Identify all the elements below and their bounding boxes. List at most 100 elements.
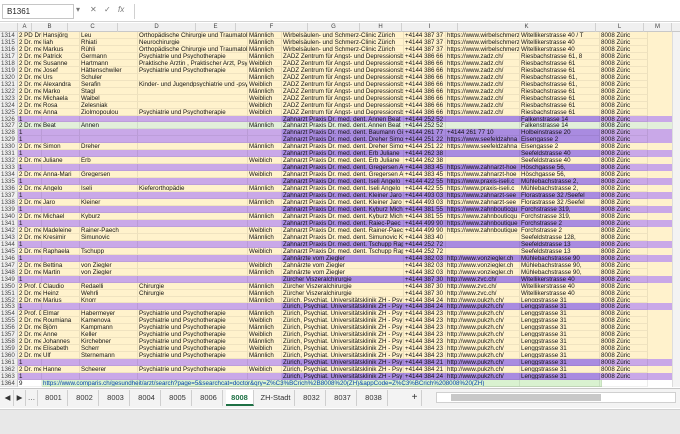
tab-8038[interactable]: 8038 xyxy=(360,390,388,406)
table-cell[interactable]: +4144 381 55 60 xyxy=(404,206,446,213)
table-cell[interactable]: 8008 Züric xyxy=(600,331,648,339)
table-cell[interactable]: Weiblich xyxy=(248,261,282,269)
table-cell[interactable] xyxy=(80,359,138,367)
table-cell[interactable]: Wehrli xyxy=(80,289,138,297)
table-cell[interactable]: Jaro xyxy=(42,199,80,206)
table-cell[interactable]: Psychiatrie und Psychotherapie xyxy=(138,324,248,332)
table-cell[interactable] xyxy=(600,380,648,387)
row-number[interactable]: 1323 xyxy=(0,94,18,102)
table-cell[interactable]: https://www.zahnarzt-see xyxy=(446,199,520,206)
table-cell[interactable] xyxy=(42,275,80,283)
table-cell[interactable]: Lenggstrasse 31 xyxy=(520,366,600,374)
table-cell[interactable]: Psychiatrie und Psychotherapie xyxy=(138,52,248,60)
table-cell[interactable]: Männlich xyxy=(248,282,282,290)
table-cell[interactable]: Holbeinstrasse 20 xyxy=(520,129,600,137)
table-cell[interactable] xyxy=(80,129,138,137)
tab-8003[interactable]: 8003 xyxy=(102,390,130,406)
table-cell[interactable]: Männlich xyxy=(248,296,282,304)
table-cell[interactable]: Patrick xyxy=(42,52,80,60)
table-cell[interactable]: +4144 382 03 00 xyxy=(404,261,446,269)
table-cell[interactable]: Simon xyxy=(42,143,80,151)
table-cell[interactable] xyxy=(42,206,80,213)
row-number[interactable]: 1337 xyxy=(0,192,18,200)
table-cell[interactable]: https://www.zadz.ch/ xyxy=(446,94,520,102)
table-cell[interactable]: http://www.vonziegler.ch xyxy=(446,254,520,262)
table-cell[interactable]: Susanne xyxy=(42,59,80,67)
table-cell[interactable] xyxy=(138,268,248,276)
table-cell[interactable]: Weiblich xyxy=(248,171,282,179)
table-cell[interactable]: 1 xyxy=(18,219,42,227)
table-cell[interactable]: Michael xyxy=(42,212,80,220)
formula-input[interactable] xyxy=(134,4,678,19)
table-cell[interactable] xyxy=(248,240,282,248)
row-number[interactable]: 1321 xyxy=(0,80,18,88)
table-cell[interactable]: Raphaela xyxy=(42,247,80,255)
table-cell[interactable] xyxy=(42,219,80,227)
table-cell[interactable]: Zahnarzt Praxis Dr. med. dent. Iseli Ang… xyxy=(282,178,404,186)
tab-8005[interactable]: 8005 xyxy=(164,390,192,406)
table-cell[interactable]: Weiblich xyxy=(248,317,282,325)
table-cell[interactable]: ZADZ Zentrum für Angst- und Depressionsb… xyxy=(282,101,404,109)
table-cell[interactable]: Zürich, Psychiat. Universitätsklinik ZH … xyxy=(282,352,404,360)
table-cell[interactable]: Beat xyxy=(42,122,80,130)
table-cell[interactable]: http://www.pukzh.ch/ xyxy=(446,345,520,353)
table-cell[interactable] xyxy=(80,254,138,262)
table-cell[interactable]: 2 Dr. med. xyxy=(18,171,42,179)
table-cell[interactable]: +4144 382 03 00 xyxy=(404,254,446,262)
table-cell[interactable]: 8008 Züric xyxy=(600,52,648,60)
table-cell[interactable] xyxy=(248,303,282,311)
table-cell[interactable]: +4144 387 37 40 xyxy=(404,38,446,46)
table-cell[interactable]: http://www.pukzh.ch/ xyxy=(446,317,520,325)
table-cell[interactable]: https://www.wirbelschmerz xyxy=(446,38,520,46)
table-cell[interactable]: Hartmann xyxy=(80,59,138,67)
row-number[interactable]: 1329 xyxy=(0,136,18,144)
table-cell[interactable]: 2 Dr. med. xyxy=(18,352,42,360)
table-cell[interactable]: Weiblich xyxy=(248,80,282,88)
table-cell[interactable]: Zahnarzt Praxis Dr. med. dent. Annen Bea… xyxy=(282,115,404,123)
table-cell[interactable]: Zahnarzt Praxis Dr. med. dent. Gregersen… xyxy=(282,164,404,172)
row-number[interactable]: 1325 xyxy=(0,108,18,116)
table-cell[interactable] xyxy=(446,115,520,123)
scroll-thumb[interactable] xyxy=(451,394,601,401)
table-cell[interactable]: Mühlebachstrasse 90, xyxy=(520,261,600,269)
table-cell[interactable]: +4144 251 22 33 xyxy=(404,136,446,144)
table-cell[interactable]: +4144 387 30 60 xyxy=(404,275,446,283)
table-cell[interactable]: 8008 Züric xyxy=(600,115,648,123)
table-cell[interactable]: Zürich, Psychiat. Universitätsklinik ZH … xyxy=(282,296,404,304)
table-cell[interactable]: Weiblich xyxy=(248,101,282,109)
table-cell[interactable]: +4144 499 90 06 xyxy=(404,226,446,234)
table-cell[interactable]: Riesbachstrasse 61 xyxy=(520,101,600,109)
table-cell[interactable]: Weiblich xyxy=(248,331,282,339)
table-cell[interactable]: +4144 493 03 10 xyxy=(404,192,446,200)
table-cell[interactable] xyxy=(248,219,282,227)
table-cell[interactable]: Männlich xyxy=(248,32,282,39)
table-cell[interactable] xyxy=(138,178,248,186)
table-cell[interactable]: 1 xyxy=(18,240,42,248)
table-cell[interactable]: 2 Dr. med. xyxy=(18,296,42,304)
table-cell[interactable]: 1 xyxy=(18,178,42,186)
table-cell[interactable]: Weiblich xyxy=(248,94,282,102)
table-cell[interactable]: Hanne xyxy=(42,366,80,374)
table-cell[interactable]: 2 Dr. med. xyxy=(18,324,42,332)
table-cell[interactable]: https://www.praxis-iseli.c xyxy=(446,185,520,193)
table-cell[interactable]: +4144 252 52 71 xyxy=(404,122,446,130)
table-cell[interactable]: 8008 Züric xyxy=(600,143,648,151)
table-cell[interactable] xyxy=(138,380,248,387)
table-cell[interactable]: 2 Dr. med. xyxy=(18,87,42,95)
column-header[interactable]: E xyxy=(196,23,236,32)
row-number[interactable]: 1328 xyxy=(0,129,18,137)
row-number[interactable]: 1320 xyxy=(0,73,18,81)
table-cell[interactable]: Hansjörg xyxy=(42,32,80,39)
table-cell[interactable]: Urs xyxy=(42,73,80,81)
table-cell[interactable]: http://www.pukzh.ch/ xyxy=(446,303,520,311)
table-cell[interactable]: 8008 Züric xyxy=(600,136,648,144)
table-cell[interactable] xyxy=(42,192,80,200)
row-number[interactable]: 1334 xyxy=(0,171,18,179)
table-cell[interactable]: Dreher xyxy=(80,143,138,151)
table-cell[interactable]: 1 xyxy=(18,254,42,262)
table-cell[interactable]: Kleiner xyxy=(80,199,138,206)
table-cell[interactable]: Zahnarzt Praxis Dr. med. dent. Erb Julia… xyxy=(282,150,404,158)
table-cell[interactable]: Männlich xyxy=(248,185,282,193)
table-cell[interactable]: 8008 Züric xyxy=(600,101,648,109)
table-cell[interactable]: http://www.zvc.ch/ xyxy=(446,275,520,283)
